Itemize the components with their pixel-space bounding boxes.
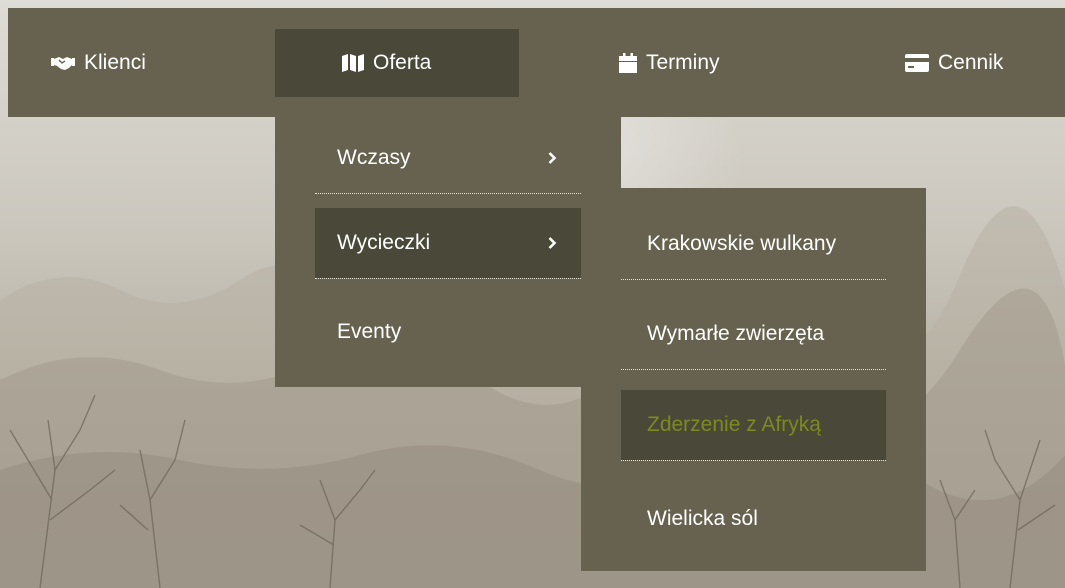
menu-item-label: Wycieczki [337,231,431,254]
submenu-item-wymarle-zwierzeta[interactable]: Wymarłe zwierzęta [621,299,886,370]
handshake-icon [51,54,75,72]
submenu-item-label: Krakowskie wulkany [647,232,837,255]
menu-item-label: Wczasy [337,146,411,169]
page: Klienci Oferta Terminy Cennik Wczasy Wyc… [0,0,1065,588]
calendar-icon [619,53,637,73]
credit-card-icon [905,54,929,72]
nav-item-label: Oferta [373,51,432,74]
nav-item-label: Klienci [84,51,146,74]
map-icon [342,54,364,72]
submenu-item-krakowskie-wulkany[interactable]: Krakowskie wulkany [621,209,886,280]
menu-item-wycieczki[interactable]: Wycieczki [315,208,581,279]
wycieczki-submenu: Krakowskie wulkany Wymarłe zwierzęta Zde… [581,188,926,571]
nav-item-klienci[interactable]: Klienci [51,29,146,97]
oferta-dropdown: Wczasy Wycieczki Eventy [275,117,621,387]
menu-item-eventy[interactable]: Eventy [315,297,581,367]
top-nav-bar: Klienci Oferta Terminy Cennik [8,8,1065,117]
submenu-item-zderzenie-z-afryka[interactable]: Zderzenie z Afryką [621,390,886,461]
submenu-item-label: Wielicka sól [647,507,758,530]
nav-item-cennik[interactable]: Cennik [905,29,1003,97]
nav-item-oferta[interactable]: Oferta [275,29,519,97]
submenu-item-label: Wymarłe zwierzęta [647,322,825,345]
submenu-item-wielicka-sol[interactable]: Wielicka sól [621,484,886,554]
submenu-item-label: Zderzenie z Afryką [647,413,821,436]
nav-item-terminy[interactable]: Terminy [619,29,720,97]
menu-item-wczasy[interactable]: Wczasy [315,123,581,194]
nav-item-label: Terminy [646,51,720,74]
menu-item-label: Eventy [337,320,402,343]
chevron-right-icon [548,237,557,250]
nav-item-label: Cennik [938,51,1004,74]
chevron-right-icon [548,152,557,165]
